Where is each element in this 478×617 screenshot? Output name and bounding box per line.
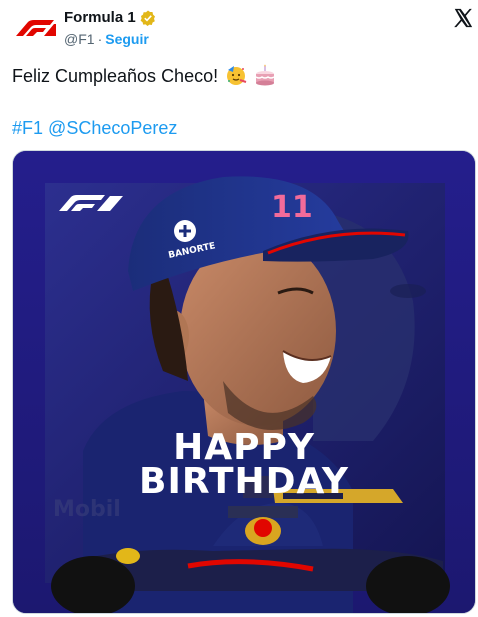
- separator-dot: ·: [97, 31, 103, 47]
- hashtag-link[interactable]: #F1: [12, 118, 43, 138]
- tweet-text-content: Feliz Cumpleaños Checo!: [12, 66, 219, 86]
- display-name[interactable]: Formula 1: [64, 9, 136, 26]
- x-logo-icon[interactable]: [452, 7, 474, 29]
- handle[interactable]: @F1: [64, 31, 95, 47]
- tweet-image[interactable]: 11 BANORTE Mobil HAPPY BIRTHDAY: [12, 150, 476, 614]
- display-name-row[interactable]: Formula 1: [64, 9, 156, 26]
- birthday-artwork: 11 BANORTE Mobil: [13, 151, 475, 613]
- tweet-text: Feliz Cumpleaños Checo!: [12, 64, 276, 88]
- birthday-headline: BIRTHDAY: [139, 461, 349, 502]
- f1-avatar-logo[interactable]: [14, 16, 56, 38]
- handle-row: @F1 · Seguir: [64, 31, 149, 47]
- birthday-cake-emoji-icon: [255, 64, 275, 86]
- mention-link[interactable]: @SChecoPerez: [48, 118, 177, 138]
- verified-badge-icon: [140, 10, 155, 26]
- tweet-header: Formula 1 @F1 · Seguir: [0, 0, 478, 60]
- tweet-tags: #F1 @SChecoPerez: [12, 116, 177, 140]
- cap-number: 11: [271, 190, 313, 225]
- party-face-emoji-icon: [227, 66, 247, 85]
- follow-button[interactable]: Seguir: [105, 31, 149, 47]
